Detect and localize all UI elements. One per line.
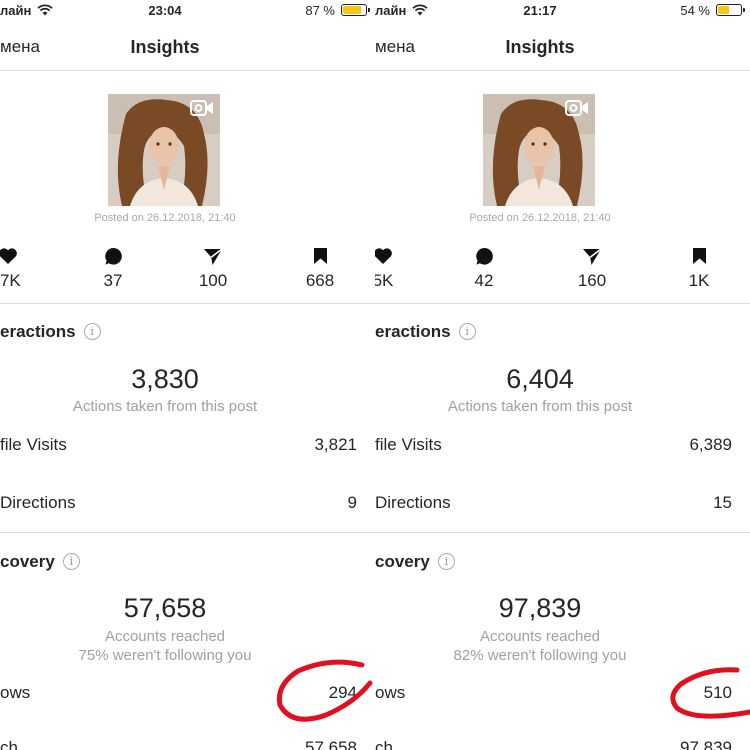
interactions-title: eractions i [0, 322, 101, 342]
navigation-bar: мена Insights [375, 26, 750, 71]
likes-stat: 5K [375, 246, 413, 291]
interactions-title: eractions i [375, 322, 476, 342]
red-circle-annotation [276, 659, 373, 722]
accounts-reached-caption: Accounts reached [479, 628, 601, 645]
shares-stat: 100 [183, 246, 243, 291]
directions-value: 15 [713, 493, 732, 512]
comments-count: 42 [474, 271, 494, 290]
comment-icon [83, 246, 143, 266]
info-icon[interactable]: i [437, 553, 455, 570]
saves-stat: 1K [669, 246, 729, 291]
divider [0, 532, 375, 533]
likes-stat: .7K [0, 246, 38, 291]
page-title: Insights [505, 37, 575, 57]
comments-stat: 37 [83, 246, 143, 291]
divider [375, 532, 750, 533]
reach-label: ch [375, 738, 393, 750]
battery-icon [341, 4, 370, 16]
divider [375, 303, 750, 304]
likes-count: 5K [375, 271, 394, 290]
not-following-caption: 82% weren't following you [453, 647, 627, 664]
video-camera-icon [565, 100, 589, 116]
status-bar: лайн 23:04 87 % [0, 0, 375, 26]
page-title: Insights [130, 37, 200, 57]
divider [0, 303, 375, 304]
info-icon[interactable]: i [83, 323, 101, 340]
post-thumbnail[interactable] [108, 94, 220, 206]
heart-icon [0, 246, 38, 266]
info-icon[interactable]: i [62, 553, 80, 570]
battery-icon [716, 4, 745, 16]
send-icon [183, 246, 243, 266]
directions-label: Directions [375, 493, 451, 512]
profile-visits-value: 6,389 [689, 435, 732, 454]
post-thumbnail[interactable] [483, 94, 595, 206]
info-icon[interactable]: i [458, 323, 476, 340]
posted-date: Posted on 26.12.2018, 21:40 [469, 212, 611, 224]
follows-value: 294 [328, 683, 357, 702]
saves-count: 668 [305, 271, 335, 290]
shares-stat: 160 [562, 246, 622, 291]
accounts-reached-total: 57,658 [123, 593, 207, 623]
clock: 21:17 [523, 3, 557, 18]
clock: 23:04 [148, 3, 182, 18]
directions-label: Directions [0, 493, 76, 512]
insights-screen-right: лайн 21:17 54 % мена Insights Posted on … [375, 0, 750, 750]
profile-visits-label: file Visits [0, 435, 67, 454]
shares-count: 160 [577, 271, 607, 290]
posted-date: Posted on 26.12.2018, 21:40 [94, 212, 236, 224]
interactions-total: 6,404 [506, 364, 574, 394]
directions-value: 9 [347, 493, 357, 512]
reach-value: 57,658 [305, 738, 357, 750]
heart-icon [375, 246, 413, 266]
saves-stat: 668 [290, 246, 350, 291]
discovery-title: covery i [0, 552, 80, 572]
profile-visits-value: 3,821 [314, 435, 357, 454]
likes-count: .7K [0, 271, 21, 290]
accounts-reached-caption: Accounts reached [104, 628, 226, 645]
reach-value: 97,839 [680, 738, 732, 750]
send-icon [562, 246, 622, 266]
reach-label: ch [0, 738, 18, 750]
navigation-bar: мена Insights [0, 26, 375, 71]
profile-visits-label: file Visits [375, 435, 442, 454]
shares-count: 100 [198, 271, 228, 290]
interactions-caption: Actions taken from this post [447, 398, 633, 415]
interactions-total: 3,830 [131, 364, 199, 394]
discovery-title: covery i [375, 552, 455, 572]
not-following-caption: 75% weren't following you [78, 647, 252, 664]
comment-icon [454, 246, 514, 266]
battery-percentage: 54 % [680, 3, 710, 18]
follows-label: ows [375, 683, 406, 702]
interactions-caption: Actions taken from this post [72, 398, 258, 415]
follows-label: ows [0, 683, 31, 702]
comments-count: 37 [103, 271, 123, 290]
accounts-reached-total: 97,839 [498, 593, 582, 623]
status-bar: лайн 21:17 54 % [375, 0, 750, 26]
bookmark-icon [290, 246, 350, 266]
bookmark-icon [669, 246, 729, 266]
insights-screen-left: лайн 23:04 87 % мена Insights Posted on … [0, 0, 375, 750]
comments-stat: 42 [454, 246, 514, 291]
follows-value: 510 [703, 683, 732, 702]
battery-percentage: 87 % [305, 3, 335, 18]
video-camera-icon [190, 100, 214, 116]
saves-count: 1K [688, 271, 710, 290]
